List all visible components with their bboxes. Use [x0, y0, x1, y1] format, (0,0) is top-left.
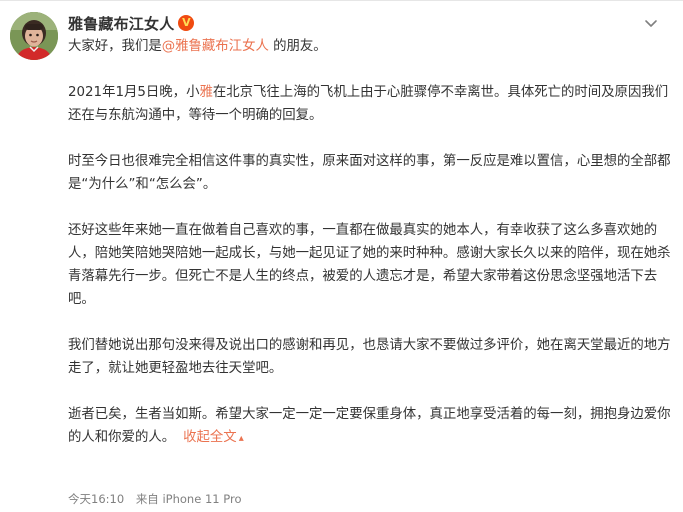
chevron-down-icon[interactable] — [643, 15, 659, 31]
post-paragraph-4: 还好这些年来她一直在做着自己喜欢的事，一直都在做最真实的她本人，有幸收获了这么多… — [68, 223, 671, 307]
weibo-post-card: 雅鲁藏布江女人 V 大家好，我们是@雅鲁藏布江女人 的朋友。 2021年1月5日… — [0, 0, 683, 512]
avatar[interactable] — [10, 12, 58, 60]
post-paragraph-6: 逝者已矣，生者当如斯。希望大家一定一定一定要保重身体，真正地享受活着的每一刻，拥… — [68, 407, 671, 445]
highlighted-name: 雅 — [199, 85, 213, 100]
mention-link[interactable]: @雅鲁藏布江女人 — [162, 39, 269, 54]
author-name[interactable]: 雅鲁藏布江女人 — [68, 13, 174, 34]
post-paragraph-1: 大家好，我们是@雅鲁藏布江女人 的朋友。 — [68, 39, 327, 54]
post-paragraph-5: 我们替她说出那句没来得及说出口的感谢和再见，也恳请大家不要做过多评价，她在离天堂… — [68, 338, 671, 376]
post-paragraph-3: 时至今日也很难完全相信这件事的真实性，原来面对这样的事，第一反应是难以置信，心里… — [68, 154, 671, 192]
post-paragraph-2: 2021年1月5日晚，小雅在北京飞往上海的飞机上由于心脏骤停不幸离世。具体死亡的… — [68, 85, 669, 123]
avatar-image — [10, 12, 58, 60]
post-time[interactable]: 今天16:10 — [68, 492, 124, 506]
post-text: 大家好，我们是@雅鲁藏布江女人 的朋友。 2021年1月5日晚，小雅在北京飞往上… — [68, 35, 674, 473]
caret-up-icon: ▴ — [238, 433, 244, 444]
post-meta: 今天16:10 来自 iPhone 11 Pro — [68, 491, 249, 507]
post-source: 来自 iPhone 11 Pro — [135, 492, 242, 506]
collapse-full-text-link[interactable]: 收起全文 ▴ — [183, 430, 244, 445]
verified-v-icon: V — [178, 15, 195, 31]
author-row: 雅鲁藏布江女人 V — [68, 13, 195, 34]
